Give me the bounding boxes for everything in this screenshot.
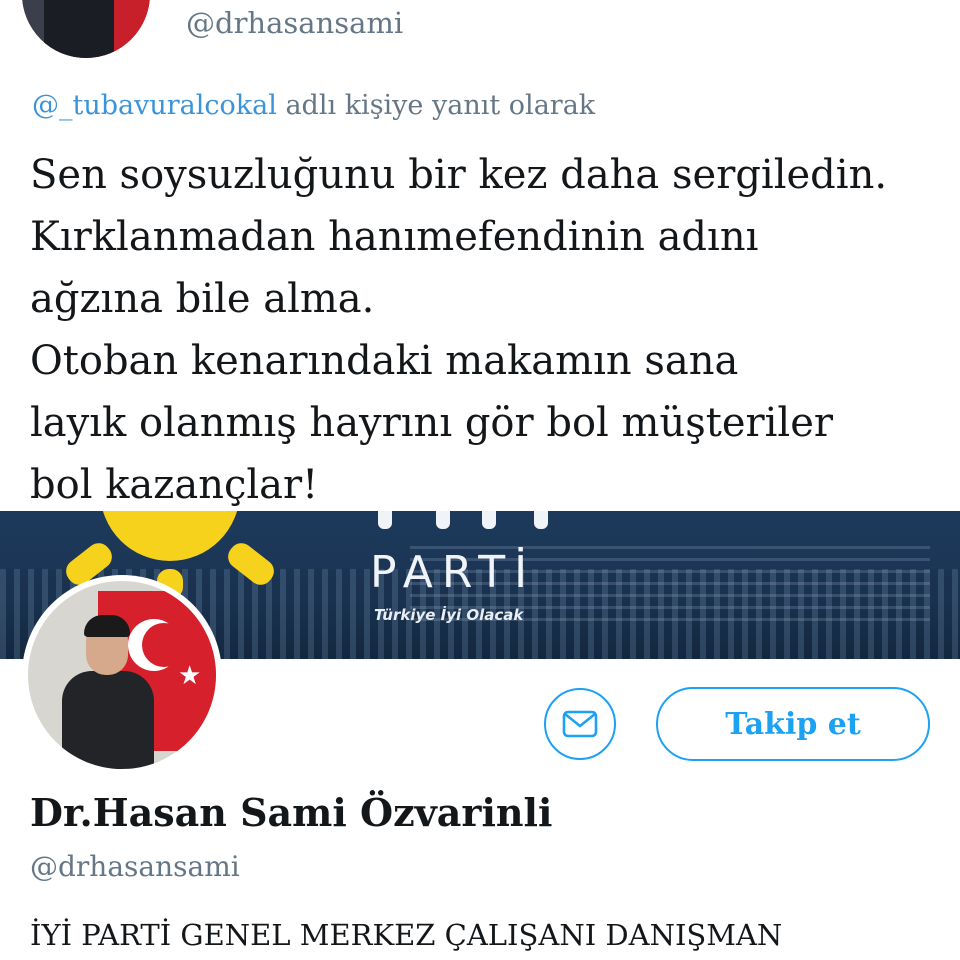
profile-avatar[interactable]: ★: [22, 575, 222, 775]
profile-bio: İYİ PARTİ GENEL MERKEZ ÇALIŞANI DANIŞMAN: [30, 918, 783, 952]
envelope-icon: [562, 710, 598, 738]
reply-context: @_tubavuralcokal adlı kişiye yanıt olara…: [32, 90, 595, 121]
flag-star-icon: ★: [178, 661, 202, 691]
tweet-line: layık olanmış hayrını gör bol müşteriler: [30, 400, 834, 446]
tweet-line: Otoban kenarındaki makamın sana: [30, 338, 739, 384]
tweet-line: Kırklanmadan hanımefendinin adını: [30, 214, 759, 260]
reply-mention-link[interactable]: @_tubavuralcokal: [32, 90, 277, 121]
tweet-line: Sen soysuzluğunu bir kez daha sergiledin…: [30, 152, 888, 198]
banner-tagline: Türkiye İyi Olacak: [374, 606, 524, 624]
profile-handle: @drhasansami: [30, 850, 240, 883]
person-body: [62, 671, 154, 769]
reply-suffix: adlı kişiye yanıt olarak: [276, 90, 596, 121]
party-logo-bars: [378, 511, 558, 531]
tweet-author-handle[interactable]: @drhasansami: [186, 6, 403, 40]
tweet-text: Sen soysuzluğunu bir kez daha sergiledin…: [30, 144, 930, 516]
profile-display-name: Dr.Hasan Sami Özvarinli: [30, 790, 553, 835]
message-button[interactable]: [544, 688, 616, 760]
banner-party-logo-text: PARTİ: [370, 547, 537, 598]
sun-logo-icon: [100, 511, 240, 561]
tweet-line: bol kazançlar!: [30, 462, 319, 508]
profile-photo: ★: [28, 581, 216, 769]
avatar-person: [44, 0, 114, 58]
person-hair: [84, 615, 130, 637]
follow-button[interactable]: Takip et: [656, 687, 930, 761]
tweet-author-avatar[interactable]: [22, 0, 150, 58]
tweet-line: ağzına bile alma.: [30, 276, 375, 322]
